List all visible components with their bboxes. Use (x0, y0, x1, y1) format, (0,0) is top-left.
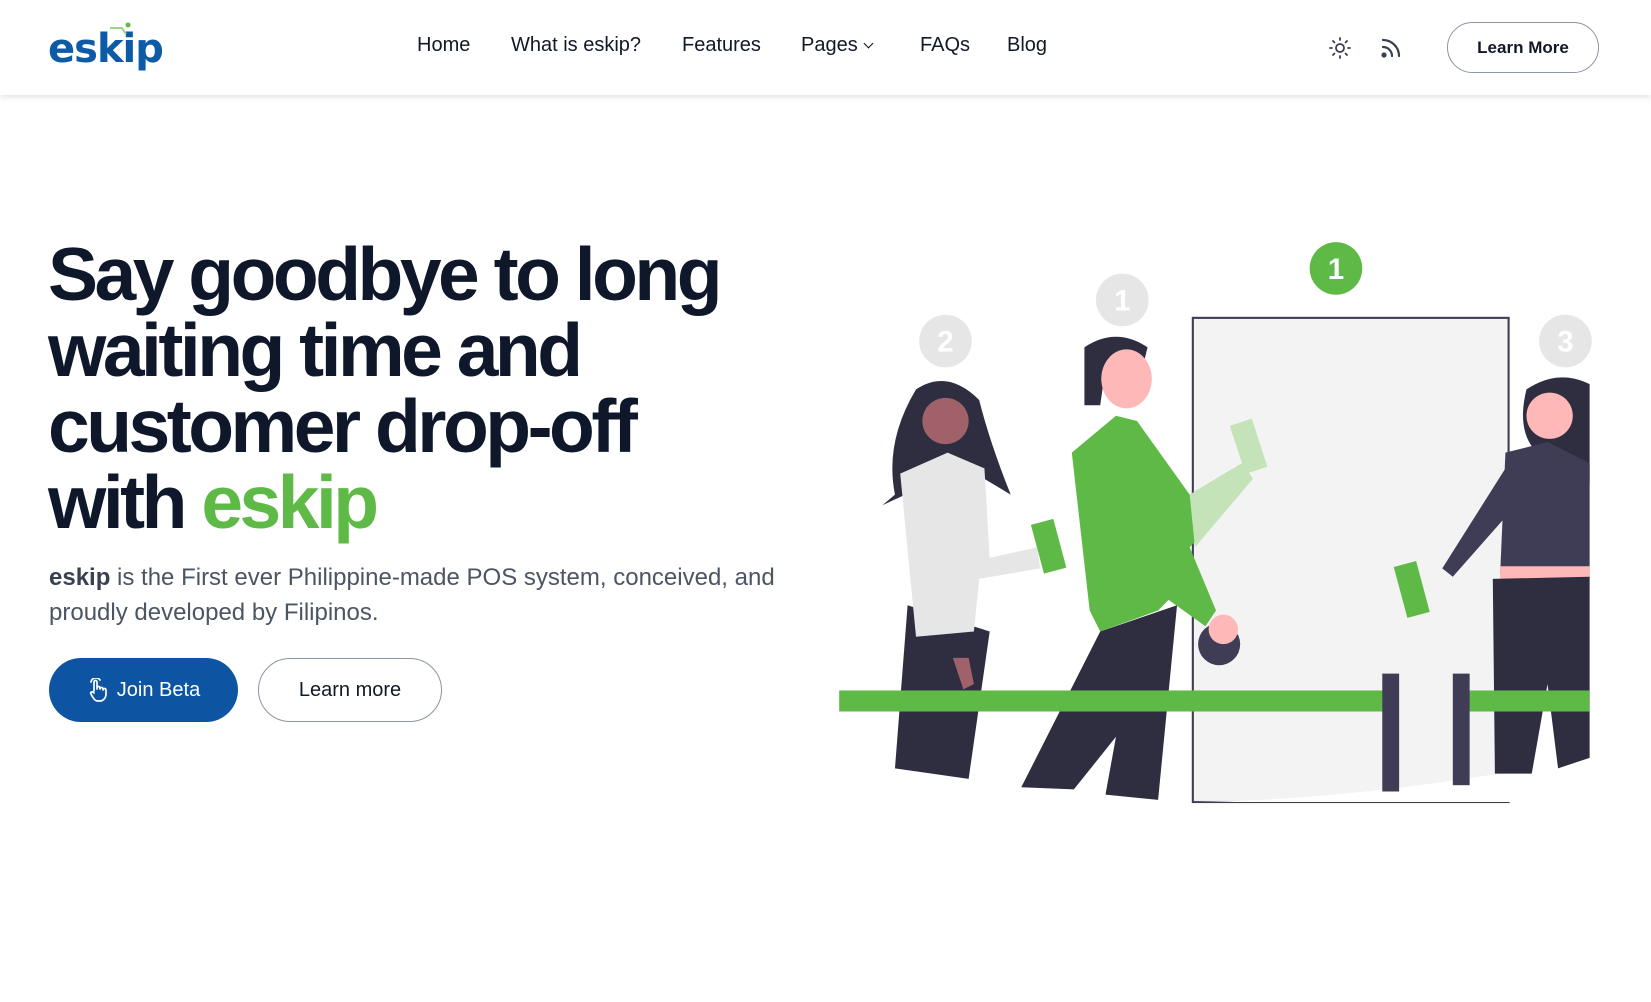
queue-number: 1 (1114, 284, 1130, 317)
header: eskip Home What is eskip? Features Pages… (0, 0, 1651, 95)
sun-icon[interactable] (1328, 36, 1352, 60)
chevron-down-icon (863, 38, 874, 49)
nav-pages[interactable]: Pages (801, 34, 874, 57)
learn-more-header-button[interactable]: Learn More (1447, 22, 1599, 73)
nav-blog[interactable]: Blog (1007, 34, 1047, 57)
rss-icon[interactable] (1379, 36, 1403, 60)
logo[interactable]: eskip (48, 22, 164, 72)
nav-home[interactable]: Home (417, 34, 470, 57)
nav-what-is-eskip[interactable]: What is eskip? (511, 34, 641, 57)
nav-features[interactable]: Features (682, 34, 761, 57)
queue-number: 1 (1328, 253, 1344, 286)
queue-illustration: 2 1 1 3 (839, 242, 1592, 804)
queue-number: 2 (937, 326, 953, 359)
runner-logo-icon (110, 22, 131, 35)
nav-faqs[interactable]: FAQs (920, 34, 970, 57)
queue-number: 3 (1557, 326, 1573, 359)
